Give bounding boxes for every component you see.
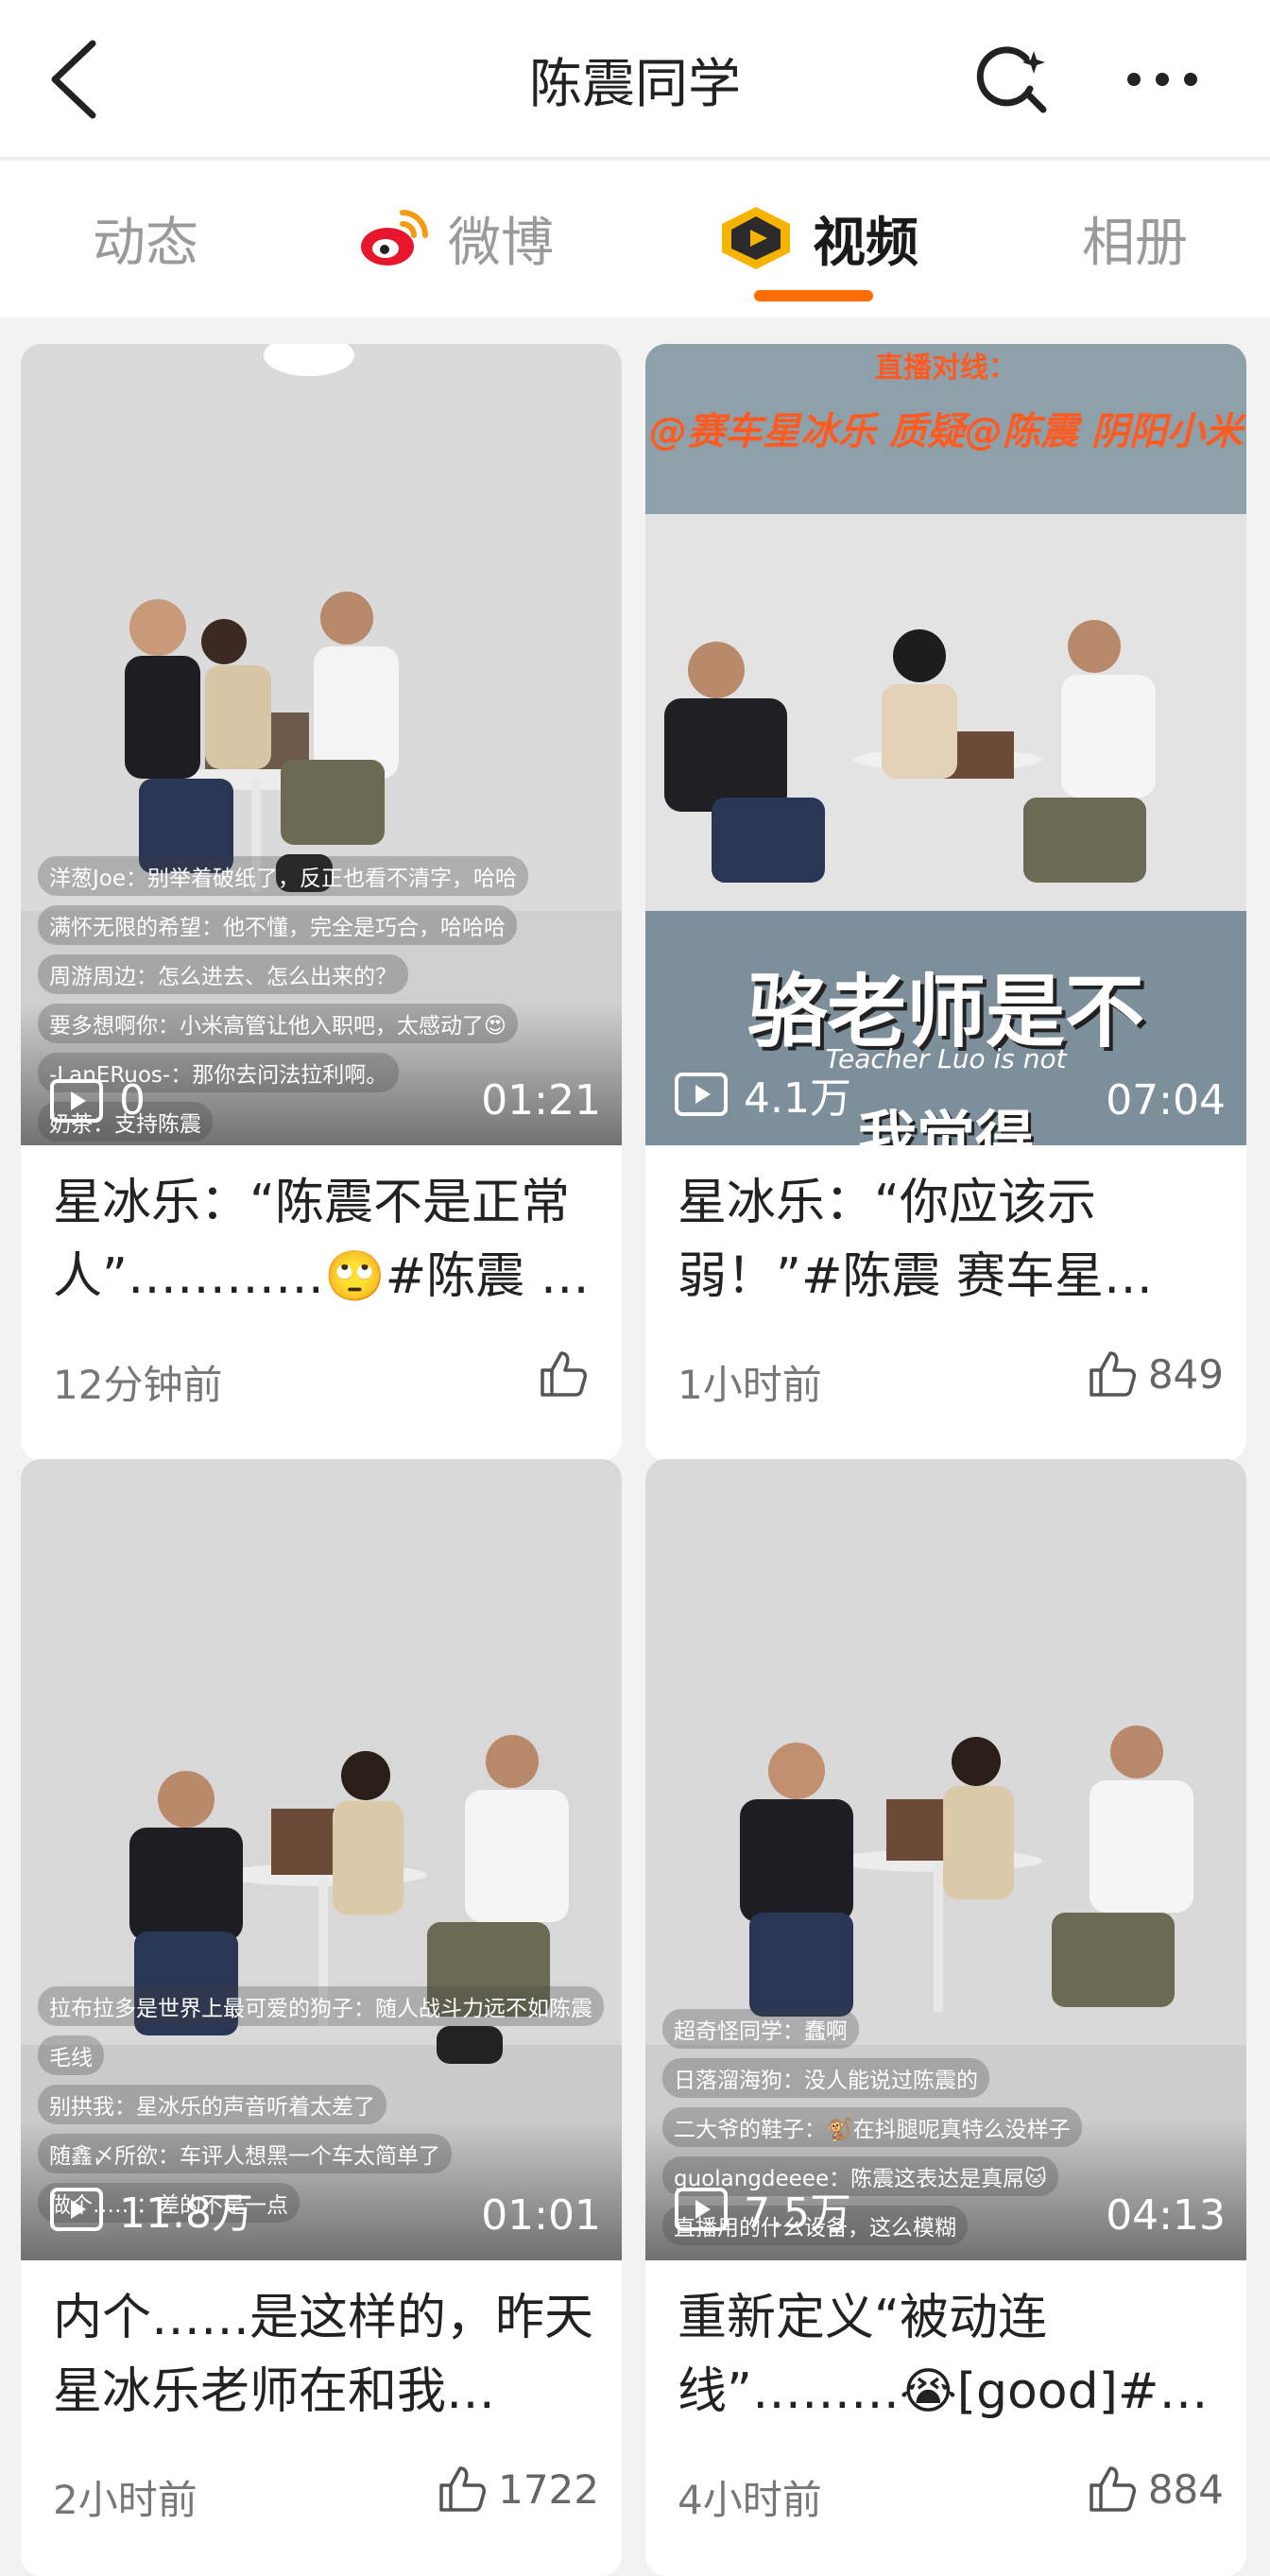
like-count: 884	[1147, 2465, 1224, 2513]
danmaku-comment: 日落溜海狗：没人能说过陈震的	[662, 2058, 989, 2098]
search-sparkle-icon	[976, 46, 1047, 113]
tab-label: 相册	[1082, 212, 1188, 274]
play-count-value: 0	[119, 1076, 146, 1125]
danmaku-comment: 要多想啊你：小米高管让他入职吧，太感动了😍	[38, 1004, 518, 1043]
play-count: 4.1万	[674, 1064, 851, 1125]
page-title: 陈震同学	[529, 54, 741, 115]
danmaku-comment: 别拱我：星冰乐的声音听着太差了	[38, 2085, 386, 2124]
play-icon	[675, 2188, 728, 2231]
like-count: 849	[1147, 1350, 1224, 1398]
post-time: 2小时前	[53, 2477, 197, 2523]
overlay-caption-top: @赛车星冰乐 质疑@陈震 阴阳小米	[649, 410, 1243, 454]
video-thumbnail[interactable]: 超奇怪同学：蠢啊 日落溜海狗：没人能说过陈震的 二大爷的鞋子：🐒在抖腿呢真特么没…	[645, 1459, 1246, 2260]
video-title[interactable]: 内个……是这样的，昨天星冰乐老师在和我…	[53, 2281, 593, 2429]
play-count-value: 7.5万	[744, 2190, 851, 2238]
tab-label: 动态	[93, 212, 198, 274]
more-dots-icon	[1127, 73, 1197, 86]
tab-label: 视频	[813, 212, 918, 274]
like-count: 1722	[498, 2465, 599, 2513]
play-icon	[50, 1078, 103, 1123]
play-icon	[50, 2188, 103, 2231]
post-time: 12分钟前	[53, 1362, 223, 1408]
video-card[interactable]: 超奇怪同学：蠢啊 日落溜海狗：没人能说过陈震的 二大爷的鞋子：🐒在抖腿呢真特么没…	[645, 1459, 1246, 2576]
video-thumbnail[interactable]: 直播对线： @赛车星冰乐 质疑@陈震 阴阳小米 骆老师是不 Teacher Lu…	[645, 344, 1246, 1145]
like-button[interactable]	[537, 1349, 599, 1399]
tab-label: 微博	[448, 212, 554, 274]
profile-tabs: 动态 微博 视频 相册	[0, 161, 1270, 318]
video-title[interactable]: 重新定义“被动连线”………😭[good]#…	[678, 2281, 1218, 2429]
tab-weibo[interactable]: 微博	[357, 200, 554, 276]
play-count-value: 11.8万	[119, 2190, 253, 2238]
like-button[interactable]: 1722	[436, 2464, 599, 2514]
video-duration: 04:13	[1106, 2191, 1226, 2240]
play-count-value: 4.1万	[744, 1074, 851, 1123]
play-count: 11.8万	[49, 2179, 253, 2240]
weibo-logo-icon	[361, 210, 428, 266]
video-duration: 01:01	[481, 2191, 601, 2240]
play-count: 0	[49, 1076, 146, 1125]
danmaku-comment: 满怀无限的希望：他不懂，完全是巧合，哈哈哈	[38, 905, 517, 945]
video-title[interactable]: 星冰乐：“你应该示弱！”#陈震 赛车星…	[678, 1166, 1218, 1314]
tab-album[interactable]: 相册	[1082, 200, 1188, 276]
video-duration: 01:21	[481, 1076, 601, 1125]
danmaku-comment: 周游周边：怎么进去、怎么出来的？	[38, 954, 408, 994]
play-icon	[675, 1073, 728, 1116]
video-badge-icon	[722, 207, 790, 269]
post-time: 4小时前	[678, 2477, 822, 2523]
thumbs-up-icon	[541, 1351, 587, 1397]
video-thumbnail[interactable]: 拉布拉多是世界上最可爱的狗子：随人战斗力远不如陈震 毛线 别拱我：星冰乐的声音听…	[21, 1459, 622, 2260]
like-button[interactable]: 849	[1086, 1349, 1224, 1399]
video-card[interactable]: 直播对线： @赛车星冰乐 质疑@陈震 阴阳小米 骆老师是不 Teacher Lu…	[645, 344, 1246, 1461]
like-button[interactable]: 884	[1086, 2464, 1224, 2514]
play-count: 7.5万	[674, 2179, 851, 2240]
overlay-caption-small: 直播对线：	[875, 352, 1017, 385]
nav-header: 陈震同学	[0, 0, 1270, 159]
tab-dongtai[interactable]: 动态	[93, 200, 198, 276]
thumbs-up-icon	[439, 2466, 487, 2512]
danmaku-comment: 超奇怪同学：蠢啊	[662, 2009, 859, 2049]
danmaku-comment: 二大爷的鞋子：🐒在抖腿呢真特么没样子	[662, 2107, 1082, 2147]
video-title[interactable]: 星冰乐：“陈震不是正常人”…………🙄#陈震 …	[53, 1166, 593, 1314]
active-tab-indicator	[754, 290, 873, 301]
video-duration: 07:04	[1106, 1076, 1226, 1125]
video-thumbnail[interactable]: 洋葱Joe：别举着破纸了，反正也看不清字，哈哈 满怀无限的希望：他不懂，完全是巧…	[21, 344, 622, 1145]
thumbs-up-icon	[1090, 1351, 1136, 1397]
tab-video[interactable]: 视频	[716, 200, 918, 276]
danmaku-comment: 洋葱Joe：别举着破纸了，反正也看不清字，哈哈	[38, 856, 529, 896]
video-card[interactable]: 洋葱Joe：别举着破纸了，反正也看不清字，哈哈 满怀无限的希望：他不懂，完全是巧…	[21, 344, 622, 1461]
post-time: 1小时前	[678, 1362, 822, 1408]
thumbs-up-icon	[1090, 2466, 1136, 2512]
more-options-button[interactable]	[1115, 40, 1210, 119]
danmaku-comment: 拉布拉多是世界上最可爱的狗子：随人战斗力远不如陈震	[38, 1986, 604, 2026]
search-button[interactable]	[971, 40, 1051, 119]
danmaku-comment: 毛线	[38, 2035, 104, 2075]
video-card[interactable]: 拉布拉多是世界上最可爱的狗子：随人战斗力远不如陈震 毛线 别拱我：星冰乐的声音听…	[21, 1459, 622, 2576]
danmaku-comment: 随鑫〆所欲：车评人想黑一个车太简单了	[38, 2134, 452, 2173]
